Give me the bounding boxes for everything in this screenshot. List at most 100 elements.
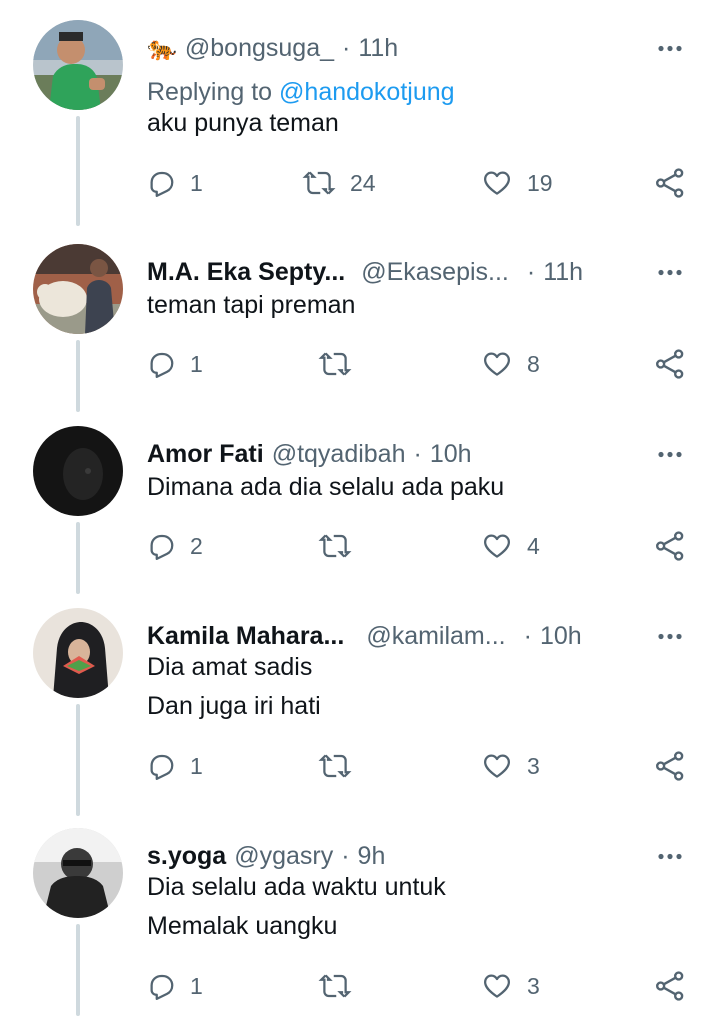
like-button[interactable]: 4 [481, 526, 540, 566]
retweet-button[interactable] [318, 344, 352, 384]
tweet-text-line: Memalak uangku [147, 912, 338, 940]
timestamp[interactable]: 9h [358, 842, 386, 871]
more-options-button[interactable] [650, 618, 690, 654]
reply-button[interactable]: 1 [146, 344, 203, 384]
timestamp[interactable]: 11h [543, 258, 583, 287]
reply-button[interactable]: 1 [146, 163, 203, 203]
avatar[interactable] [33, 608, 123, 698]
tweet-text-line: Dia selalu ada waktu untuk [147, 873, 446, 901]
tweet[interactable]: M.A. Eka Septy... @Ekasepis... · 11h tem… [0, 244, 720, 414]
avatar[interactable] [33, 828, 123, 918]
tweet-header: Amor Fati @tqyadibah · 10h [147, 436, 472, 472]
separator-dot: · [341, 841, 350, 870]
user-handle[interactable]: @Ekasepis... [361, 258, 509, 287]
replying-to-line: Replying to @handokotjung [147, 78, 455, 107]
like-count: 19 [527, 169, 553, 196]
tweet[interactable]: Amor Fati @tqyadibah · 10h Dimana ada di… [0, 426, 720, 596]
user-handle[interactable]: @kamilam... [366, 622, 505, 651]
display-name[interactable]: Kamila Mahara... [147, 622, 344, 651]
retweet-count: 24 [350, 169, 376, 196]
like-button[interactable]: 19 [481, 163, 553, 203]
more-options-button[interactable] [650, 30, 690, 66]
more-icon [656, 632, 684, 641]
share-button[interactable] [654, 966, 686, 1006]
retweet-icon [318, 531, 352, 561]
retweet-button[interactable] [318, 966, 352, 1006]
heart-icon [481, 349, 513, 379]
like-button[interactable]: 8 [481, 344, 540, 384]
tweet-text-line: Dan juga iri hati [147, 692, 321, 720]
reply-button[interactable]: 2 [146, 526, 203, 566]
reply-button[interactable]: 1 [146, 966, 203, 1006]
tweet[interactable]: s.yoga @ygasry · 9h Dia selalu ada waktu… [0, 828, 720, 1016]
like-count: 4 [527, 532, 540, 559]
tweet-text-line: aku punya teman [147, 109, 339, 137]
avatar[interactable] [33, 426, 123, 516]
share-button[interactable] [654, 163, 686, 203]
display-name[interactable]: M.A. Eka Septy... [147, 258, 345, 287]
like-button[interactable]: 3 [481, 746, 540, 786]
separator-dot: · [413, 439, 422, 468]
user-handle[interactable]: @bongsuga_ [185, 34, 334, 63]
separator-dot: · [526, 257, 536, 286]
retweet-icon [318, 971, 352, 1001]
reply-count: 1 [190, 972, 203, 999]
display-name[interactable]: s.yoga [147, 842, 226, 871]
tweet-header: M.A. Eka Septy... @Ekasepis... · 11h [147, 254, 583, 290]
reply-thread: 🐅 @bongsuga_ · 11h Replying to @handokot… [0, 0, 720, 1016]
reply-count: 1 [190, 169, 203, 196]
share-icon [654, 530, 686, 562]
tweet-text: aku punya teman [147, 104, 339, 143]
separator-dot: · [342, 33, 351, 62]
user-handle[interactable]: @ygasry [234, 842, 333, 871]
tiger-emoji-icon: 🐅 [147, 34, 177, 62]
avatar[interactable] [33, 244, 123, 334]
timestamp[interactable]: 10h [540, 622, 582, 651]
tweet-text: Dia amat sadis Dan juga iri hati [147, 648, 321, 726]
reply-count: 1 [190, 752, 203, 779]
tweet-actions: 1 3 [0, 966, 720, 1006]
more-options-button[interactable] [650, 838, 690, 874]
mention-link[interactable]: @handokotjung [279, 78, 455, 106]
like-count: 8 [527, 350, 540, 377]
like-count: 3 [527, 752, 540, 779]
avatar[interactable] [33, 20, 123, 110]
retweet-icon [302, 168, 336, 198]
share-button[interactable] [654, 344, 686, 384]
reply-icon [146, 751, 176, 781]
tweet-actions: 2 4 [0, 526, 720, 566]
tweet[interactable]: Kamila Mahara... @kamilam... · 10h Dia a… [0, 608, 720, 818]
separator-dot: · [523, 621, 532, 650]
more-icon [656, 268, 684, 277]
like-button[interactable]: 3 [481, 966, 540, 1006]
tweet-actions: 1 3 [0, 746, 720, 786]
tweet-text-line: teman tapi preman [147, 291, 356, 319]
share-button[interactable] [654, 526, 686, 566]
heart-icon [481, 751, 513, 781]
reply-count: 2 [190, 532, 203, 559]
tweet-header: 🐅 @bongsuga_ · 11h [147, 30, 398, 66]
display-name[interactable]: Amor Fati [147, 440, 264, 469]
share-icon [654, 167, 686, 199]
timestamp[interactable]: 10h [430, 440, 472, 469]
heart-icon [481, 531, 513, 561]
more-icon [656, 852, 684, 861]
retweet-button[interactable]: 24 [302, 163, 376, 203]
more-icon [656, 44, 684, 53]
more-options-button[interactable] [650, 254, 690, 290]
tweet-text: Dia selalu ada waktu untuk Memalak uangk… [147, 868, 446, 946]
timestamp[interactable]: 11h [358, 34, 398, 63]
tweet-actions: 1 24 19 [0, 163, 720, 203]
tweet[interactable]: 🐅 @bongsuga_ · 11h Replying to @handokot… [0, 20, 720, 220]
share-button[interactable] [654, 746, 686, 786]
retweet-button[interactable] [318, 746, 352, 786]
tweet-text: teman tapi preman [147, 286, 355, 325]
reply-button[interactable]: 1 [146, 746, 203, 786]
replying-to-label: Replying to [147, 78, 273, 106]
share-icon [654, 348, 686, 380]
tweet-text-line: Dimana ada dia selalu ada paku [147, 473, 505, 501]
heart-icon [481, 971, 513, 1001]
retweet-button[interactable] [318, 526, 352, 566]
user-handle[interactable]: @tqyadibah [272, 440, 406, 469]
more-options-button[interactable] [650, 436, 690, 472]
